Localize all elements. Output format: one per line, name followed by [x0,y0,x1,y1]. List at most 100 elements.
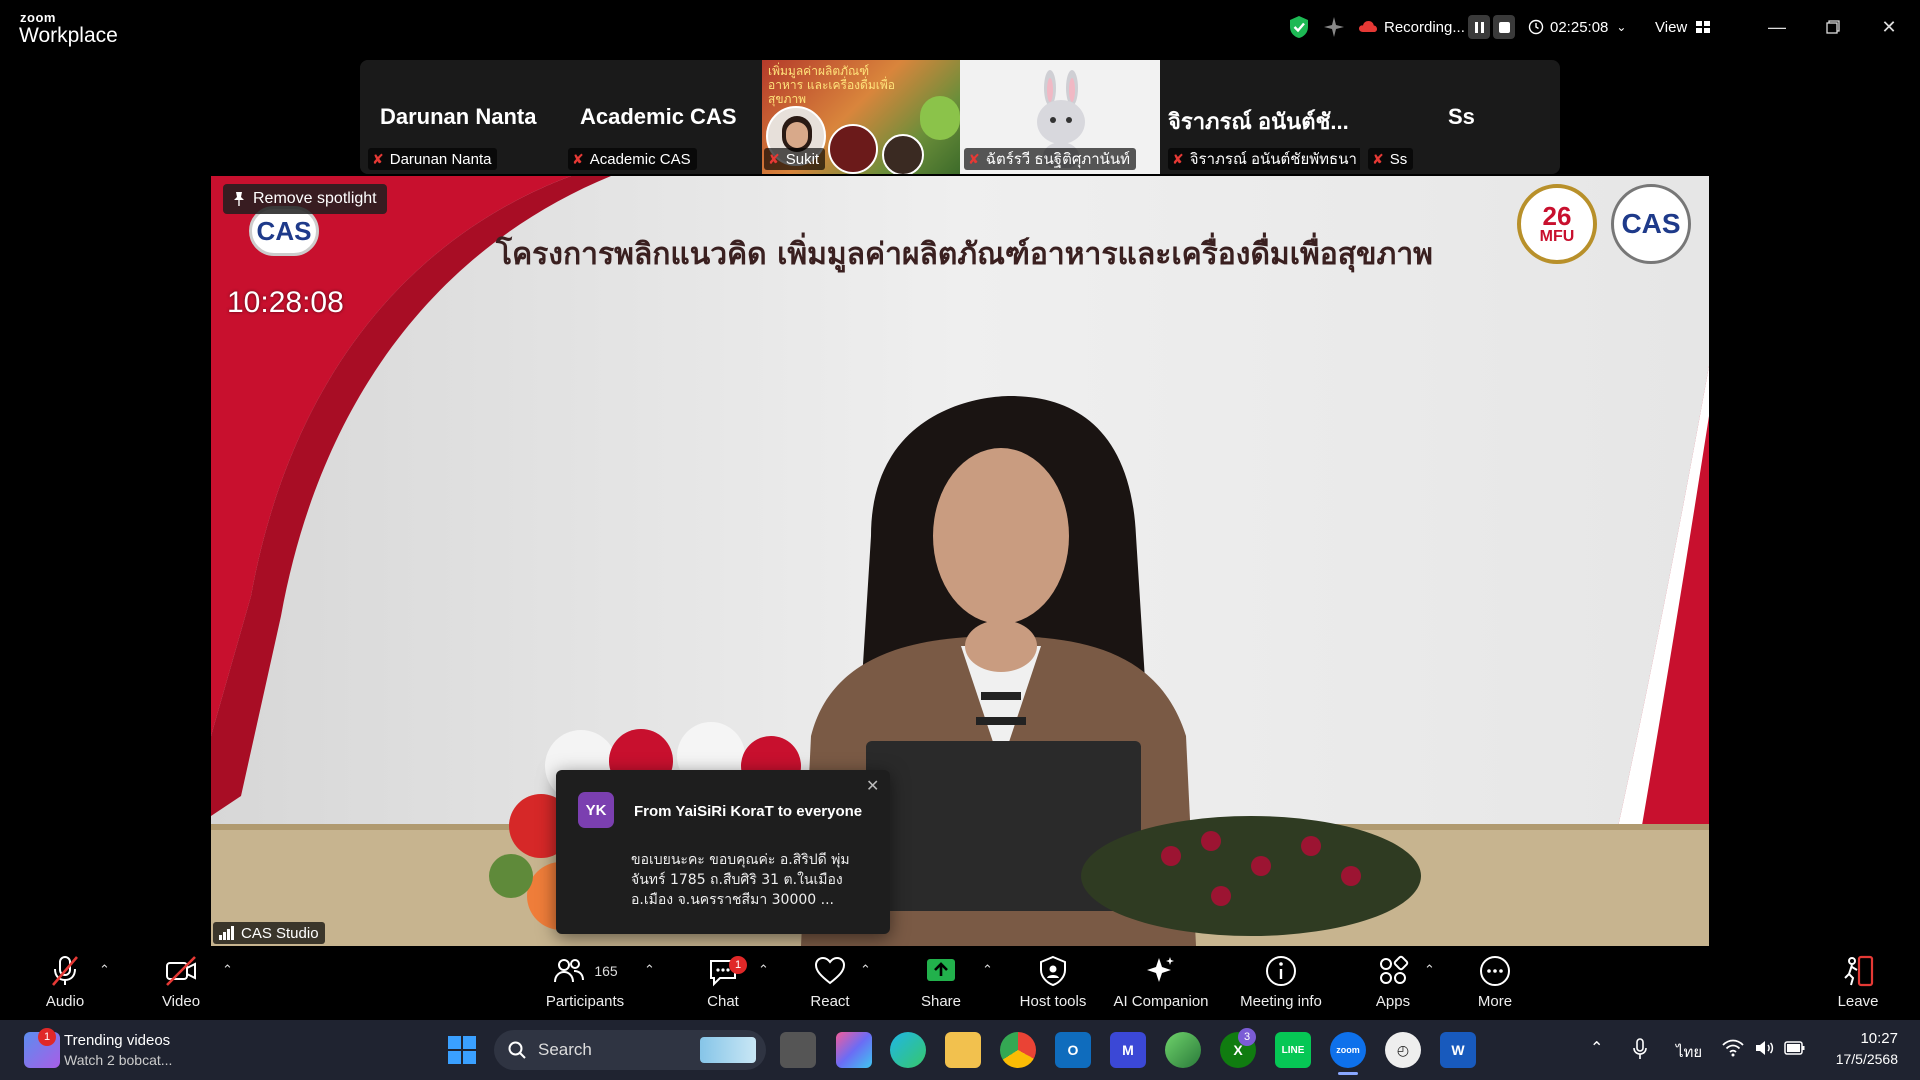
zoom-app-icon[interactable]: zoom [1330,1032,1366,1068]
camera-off-icon [166,956,196,986]
start-button[interactable] [444,1032,480,1068]
maps-icon[interactable] [1165,1032,1201,1068]
meeting-info-button[interactable]: Meeting info [1226,954,1336,1014]
apple-image [920,96,960,140]
close-window-button[interactable]: ✕ [1874,12,1904,42]
participant-name-label: ✘ Sukit [764,148,826,170]
participant-thumbnail[interactable]: Darunan Nanta ✘ Darunan Nanta [360,60,560,174]
apps-label: Apps [1375,993,1411,1010]
participant-big-name: Darunan Nanta [380,104,537,129]
participant-name-label: ✘ Academic CAS [568,148,697,170]
react-label: React [810,993,850,1010]
copilot-icon[interactable] [836,1032,872,1068]
apps-grid-icon [1380,955,1409,984]
mfu-logo: 26 MFU [1517,184,1597,264]
chrome-icon[interactable] [1000,1032,1036,1068]
video-title: โครงการพลิกแนวคิด เพิ่มมูลค่าผลิตภัณฑ์อา… [496,237,1433,272]
edge-browser-icon[interactable] [890,1032,926,1068]
share-button[interactable]: Share [886,954,996,1014]
widget-subtitle[interactable]: Watch 2 bobcat... [64,1052,172,1068]
chevron-down-icon: ⌄ [1616,20,1627,34]
participant-avatar-thumbnail[interactable]: ✘ ฉัตร์รวี ธนฐิติศุภานันท์ [960,60,1160,174]
word-icon[interactable]: W [1440,1032,1476,1068]
recording-indicator[interactable]: Recording... [1358,15,1465,39]
product-image [882,134,924,174]
spotlight-video[interactable]: CAS 26 MFU CAS โครงการพลิกแนวคิด เพิ่มมู… [211,176,1709,946]
participant-thumbnail[interactable]: จิราภรณ์ อนันต์ชั... ✘ จิราภรณ์ อนันต์ชัย… [1160,60,1363,174]
mic-muted-icon [52,956,78,986]
more-button[interactable]: More [1440,954,1550,1014]
participant-big-name: Academic CAS [580,104,737,129]
view-button[interactable]: View [1655,15,1711,39]
leave-button[interactable]: Leave [1803,954,1913,1014]
chat-options-caret[interactable]: ⌃ [758,962,769,978]
outlook-icon[interactable]: O [1055,1032,1091,1068]
stop-recording-button[interactable] [1493,15,1515,39]
cas-logo-right: CAS [1611,184,1691,264]
restore-button[interactable] [1818,12,1848,42]
audio-options-caret[interactable]: ⌃ [99,962,110,978]
meeting-info-label: Meeting info [1240,993,1322,1010]
pause-recording-button[interactable] [1468,15,1490,39]
chat-sender: From YaiSiRi KoraT to everyone [634,803,863,820]
video-options-caret[interactable]: ⌃ [222,962,233,978]
mic-muted-icon: ✘ [968,150,980,167]
share-screen-icon [927,959,955,981]
taskbar-date[interactable]: 17/5/2568 [1818,1051,1898,1067]
ai-sparkle-icon[interactable] [1322,15,1346,44]
widgets-badge: 1 [38,1028,56,1046]
volume-icon[interactable] [1754,1039,1774,1062]
participants-label: Participants [545,993,625,1010]
chat-notification-popup[interactable]: YK From YaiSiRi KoraT to everyone ขอเบยน… [556,770,890,934]
video-background [211,176,1709,946]
ai-companion-button[interactable]: AI Companion [1106,954,1216,1014]
clock-app-icon[interactable]: ◴ [1385,1032,1421,1068]
encryption-shield-icon[interactable] [1288,15,1310,44]
app-logo-big: Workplace [19,24,118,47]
input-language[interactable]: ไทย [1676,1040,1702,1064]
audio-label: Audio [45,993,85,1010]
wifi-icon[interactable] [1722,1039,1744,1062]
react-options-caret[interactable]: ⌃ [860,962,871,978]
pen-app-icon[interactable]: M [1110,1032,1146,1068]
share-options-caret[interactable]: ⌃ [982,962,993,978]
signal-bars-icon [219,926,234,940]
task-view-icon[interactable] [780,1032,816,1068]
meeting-timer[interactable]: 02:25:08 ⌄ [1528,15,1626,39]
info-icon [1266,956,1296,986]
sparkle-icon [1147,957,1174,982]
video-label: Video [161,993,201,1010]
widget-title[interactable]: Trending videos [64,1032,170,1049]
file-explorer-icon[interactable] [945,1032,981,1068]
participant-name-label: ✘ Darunan Nanta [368,148,498,170]
host-tools-button[interactable]: Host tools [998,954,1108,1014]
taskbar-search[interactable]: Search [494,1030,766,1070]
search-highlight-image [700,1037,756,1063]
search-label: Search [538,1040,592,1059]
sender-avatar: YK [578,792,614,828]
participants-button[interactable]: 165 Participants [530,954,640,1014]
line-app-icon[interactable]: LINE [1275,1032,1311,1068]
participant-name-label: ✘ ฉัตร์รวี ธนฐิติศุภานันท์ [964,148,1137,170]
active-app-indicator [1338,1072,1358,1075]
participant-thumbnail[interactable]: Ss ✘ Ss [1360,60,1480,174]
taskbar-time[interactable]: 10:27 [1828,1030,1898,1047]
clock-icon [1528,19,1544,35]
minimize-button[interactable]: — [1762,12,1792,42]
heart-icon [814,956,846,985]
xbox-badge: 3 [1238,1028,1256,1046]
video-button[interactable]: Video [126,954,236,1014]
apps-options-caret[interactable]: ⌃ [1424,962,1435,978]
cloud-record-icon [1359,21,1377,32]
host-tools-label: Host tools [1019,993,1087,1010]
chat-label: Chat [707,993,739,1010]
participant-thumbnail[interactable]: Academic CAS ✘ Academic CAS [560,60,760,174]
remove-spotlight-button[interactable]: Remove spotlight [223,184,387,214]
close-icon[interactable]: ✕ [866,776,879,796]
more-label: More [1477,993,1513,1010]
show-hidden-icons-icon[interactable]: ⌃ [1590,1038,1603,1058]
microphone-icon[interactable] [1632,1038,1648,1065]
participant-video-thumbnail[interactable]: เพิ่มมูลค่าผลิตภัณฑ์อาหาร และเครื่องดื่ม… [762,60,960,174]
participants-options-caret[interactable]: ⌃ [644,962,655,978]
battery-icon[interactable] [1784,1040,1806,1061]
